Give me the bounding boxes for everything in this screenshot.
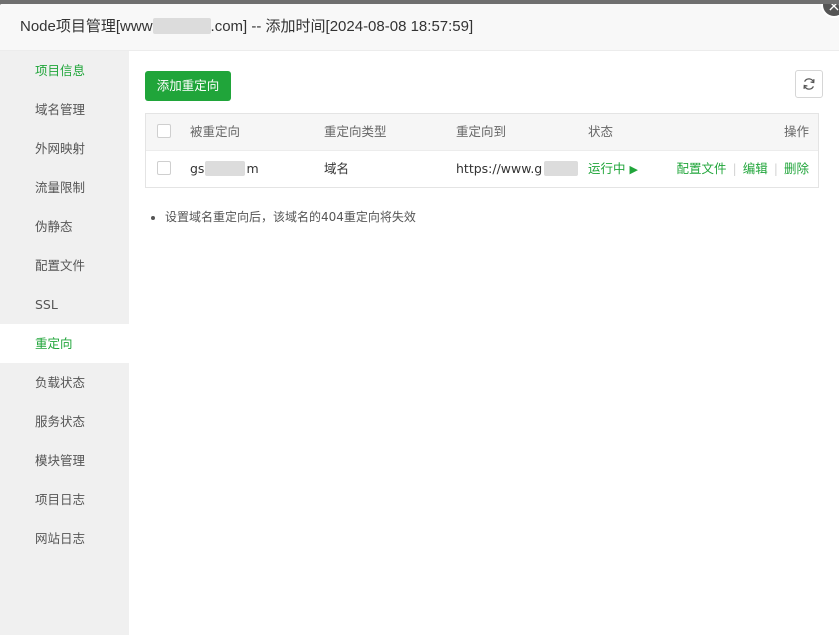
sidebar-item-rewrite[interactable]: 伪静态 [0, 207, 129, 246]
sidebar-item-site-log[interactable]: 网站日志 [0, 519, 129, 558]
delete-link[interactable]: 删除 [784, 161, 809, 176]
sidebar-item-service-status[interactable]: 服务状态 [0, 402, 129, 441]
sidebar-item-redirect[interactable]: 重定向 [0, 324, 129, 363]
title-suffix: .com] -- 添加时间[2024-08-08 18:57:59] [210, 18, 474, 35]
sidebar-item-project-info[interactable]: 项目信息 [0, 51, 129, 90]
header-source: 被重定向 [190, 124, 241, 139]
sidebar-item-traffic-limit[interactable]: 流量限制 [0, 168, 129, 207]
separator: | [773, 161, 778, 176]
separator: | [732, 161, 737, 176]
refresh-button[interactable] [795, 70, 823, 98]
add-redirect-button[interactable]: 添加重定向 [145, 71, 231, 101]
sidebar-item-load-status[interactable]: 负载状态 [0, 363, 129, 402]
source-prefix: gs [190, 161, 205, 176]
play-icon: ▶ [629, 163, 638, 176]
redacted-source [205, 161, 246, 176]
status-text: 运行中 [588, 161, 626, 176]
row-actions: 配置文件 | 编辑 | 删除 [677, 151, 809, 187]
config-file-link[interactable]: 配置文件 [677, 161, 727, 176]
table-row: gs m 域名 https://www.gc 运行中 ▶ 配置文件 | 编辑 | 删除 [146, 151, 818, 187]
header-actions: 操作 [783, 124, 809, 139]
header-type: 重定向类型 [324, 124, 387, 139]
dialog-window: Node项目管理[www .com] -- 添加时间[2024-08-08 18:… [0, 4, 839, 635]
sidebar-item-domain-management[interactable]: 域名管理 [0, 90, 129, 129]
help-note: 设置域名重定向后，该域名的404重定向将失效 [165, 207, 416, 227]
target-prefix: https://www.g [456, 161, 543, 176]
row-source: gs m [190, 151, 259, 187]
sidebar: 项目信息 域名管理 外网映射 流量限制 伪静态 配置文件 SSL 重定向 负载状… [0, 51, 129, 635]
table-header: 被重定向 重定向类型 重定向到 状态 操作 [146, 114, 818, 151]
redacted-domain [152, 18, 211, 35]
row-checkbox[interactable] [157, 161, 171, 175]
close-icon: × [827, 4, 839, 15]
sidebar-item-config-file[interactable]: 配置文件 [0, 246, 129, 285]
sidebar-item-project-log[interactable]: 项目日志 [0, 480, 129, 519]
refresh-icon [803, 78, 815, 90]
row-target: https://www.gc [456, 151, 578, 187]
title-prefix: Node项目管理[www [20, 18, 153, 35]
sidebar-item-module-management[interactable]: 模块管理 [0, 441, 129, 480]
status-running[interactable]: 运行中 ▶ [588, 151, 638, 187]
select-all-checkbox[interactable] [157, 124, 171, 138]
redacted-target [544, 161, 578, 176]
redirect-table: 被重定向 重定向类型 重定向到 状态 操作 gs m 域名 https://www… [145, 113, 819, 188]
header-target: 重定向到 [456, 124, 507, 139]
sidebar-item-port-mapping[interactable]: 外网映射 [0, 129, 129, 168]
header-status: 状态 [588, 124, 614, 139]
source-suffix: m [246, 161, 259, 176]
dialog-title: Node项目管理[www .com] -- 添加时间[2024-08-08 18:… [0, 4, 839, 51]
help-notes: 设置域名重定向后，该域名的404重定向将失效 [151, 207, 416, 227]
row-type: 域名 [324, 161, 350, 176]
main-panel: 添加重定向 被重定向 重定向类型 重定向到 状态 操作 gs m 域名 http… [129, 51, 839, 635]
edit-link[interactable]: 编辑 [743, 161, 768, 176]
sidebar-item-ssl[interactable]: SSL [0, 285, 129, 324]
